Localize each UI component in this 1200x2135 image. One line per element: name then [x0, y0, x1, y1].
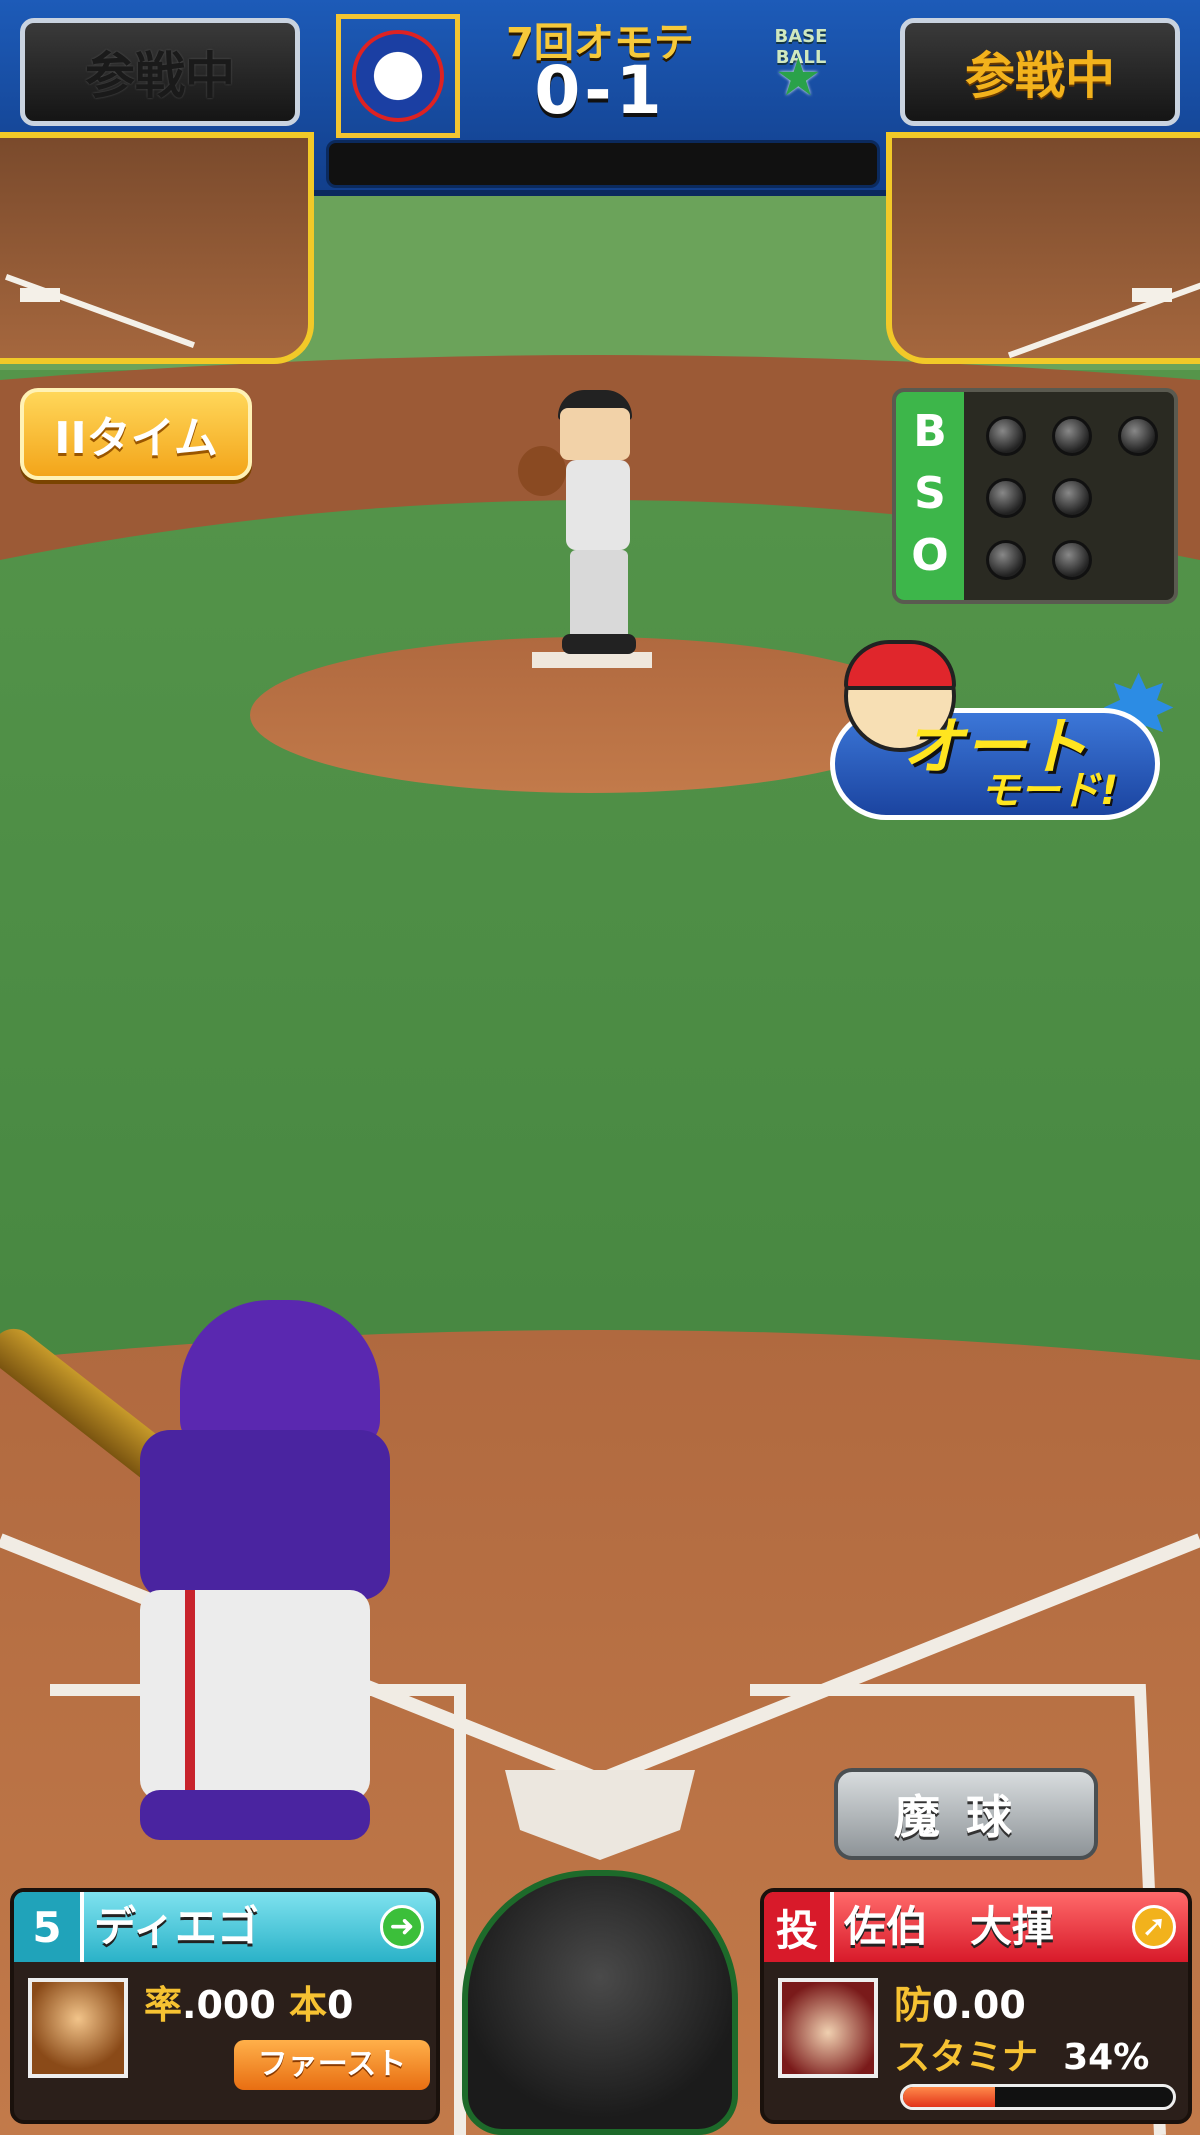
right-team-status[interactable]: 参戦中: [900, 18, 1180, 126]
arrow-up-right-icon[interactable]: ➚: [1132, 1905, 1176, 1949]
batter-portrait: [28, 1978, 128, 2078]
strike-lamp: [1052, 478, 1092, 518]
pitcher-info-panel[interactable]: 投 佐伯 大揮 ➚ 防0.00 スタミナ 34%: [760, 1888, 1192, 2124]
pitcher-figure: [518, 390, 650, 660]
batting-order: 5: [14, 1892, 84, 1962]
batter-figure: [0, 1250, 390, 1860]
third-base-view: [886, 132, 1200, 364]
pitcher-stamina: スタミナ 34%: [894, 2028, 1149, 2080]
batter-stats: 率.000 本0: [144, 1974, 353, 2029]
pitcher-portrait: [778, 1978, 878, 2078]
auto-mode-button[interactable]: ✸ オート モード!: [820, 640, 1180, 840]
hr-label: 本: [289, 1983, 328, 2027]
stamina-value: 34%: [1063, 2037, 1150, 2078]
scoreboard: 0-1: [534, 52, 666, 129]
ball-lamp: [1052, 416, 1092, 456]
out-lamp: [1052, 540, 1092, 580]
batter-position: ファースト: [234, 2040, 430, 2090]
batter-name: ディエゴ: [94, 1902, 260, 1951]
away-team-logo: [352, 30, 444, 122]
era-value: 0.00: [932, 1983, 1026, 2027]
baseline: [1007, 273, 1200, 358]
time-button[interactable]: IIタイム: [20, 388, 252, 480]
base-marker: [1132, 288, 1172, 302]
avg-label: 率: [144, 1983, 183, 2027]
catcher-figure: [462, 1870, 738, 2135]
catcher-helmet: [462, 1870, 738, 2135]
avg-value: .000: [182, 1983, 276, 2027]
base-marker: [20, 288, 60, 302]
star-icon: ★: [775, 48, 822, 108]
pitcher-legs: [570, 550, 628, 640]
magic-pitch-button[interactable]: 魔球: [834, 1768, 1098, 1860]
home-team-logo: BASE BALL ★: [755, 26, 847, 118]
first-base-view: [0, 132, 314, 364]
strike-lamp: [986, 478, 1026, 518]
pitcher-glove: [518, 446, 566, 496]
pitcher-shoes: [562, 634, 636, 654]
auto-mode-sublabel: モード!: [980, 768, 1119, 814]
batter-stripe: [185, 1590, 195, 1800]
pitcher-body: [566, 460, 630, 550]
baseline: [5, 273, 195, 349]
stamina-bar: [900, 2084, 1176, 2110]
stamina-label: スタミナ: [894, 2037, 1039, 2078]
pitcher-tag: 投: [764, 1892, 834, 1962]
batter-helmet: [180, 1300, 380, 1450]
stamina-fill: [903, 2087, 995, 2107]
batter-info-panel[interactable]: 5 ディエゴ ➜ 率.000 本0 ファースト: [10, 1888, 440, 2124]
batter-pants: [140, 1590, 370, 1800]
out-lamp: [986, 540, 1026, 580]
era-label: 防: [894, 1983, 933, 2027]
ball-label: B: [913, 406, 947, 457]
pitcher-era: 防0.00: [894, 1974, 1026, 2029]
message-bar: [326, 140, 880, 188]
hr-value: 0: [327, 1983, 354, 2027]
pitcher-name: 佐伯 大揮: [844, 1902, 1055, 1951]
strike-label: S: [914, 468, 946, 519]
pitcher-head: [560, 408, 630, 460]
out-label: O: [911, 530, 949, 581]
arrow-right-icon[interactable]: ➜: [380, 1905, 424, 1949]
batter-body: [140, 1430, 390, 1600]
mascot-cap: [844, 640, 956, 690]
left-team-status: 参戦中: [20, 18, 300, 126]
ball-lamp: [986, 416, 1026, 456]
bso-count-board: B S O: [892, 388, 1178, 604]
batter-shoes: [140, 1790, 370, 1840]
ball-lamp: [1118, 416, 1158, 456]
